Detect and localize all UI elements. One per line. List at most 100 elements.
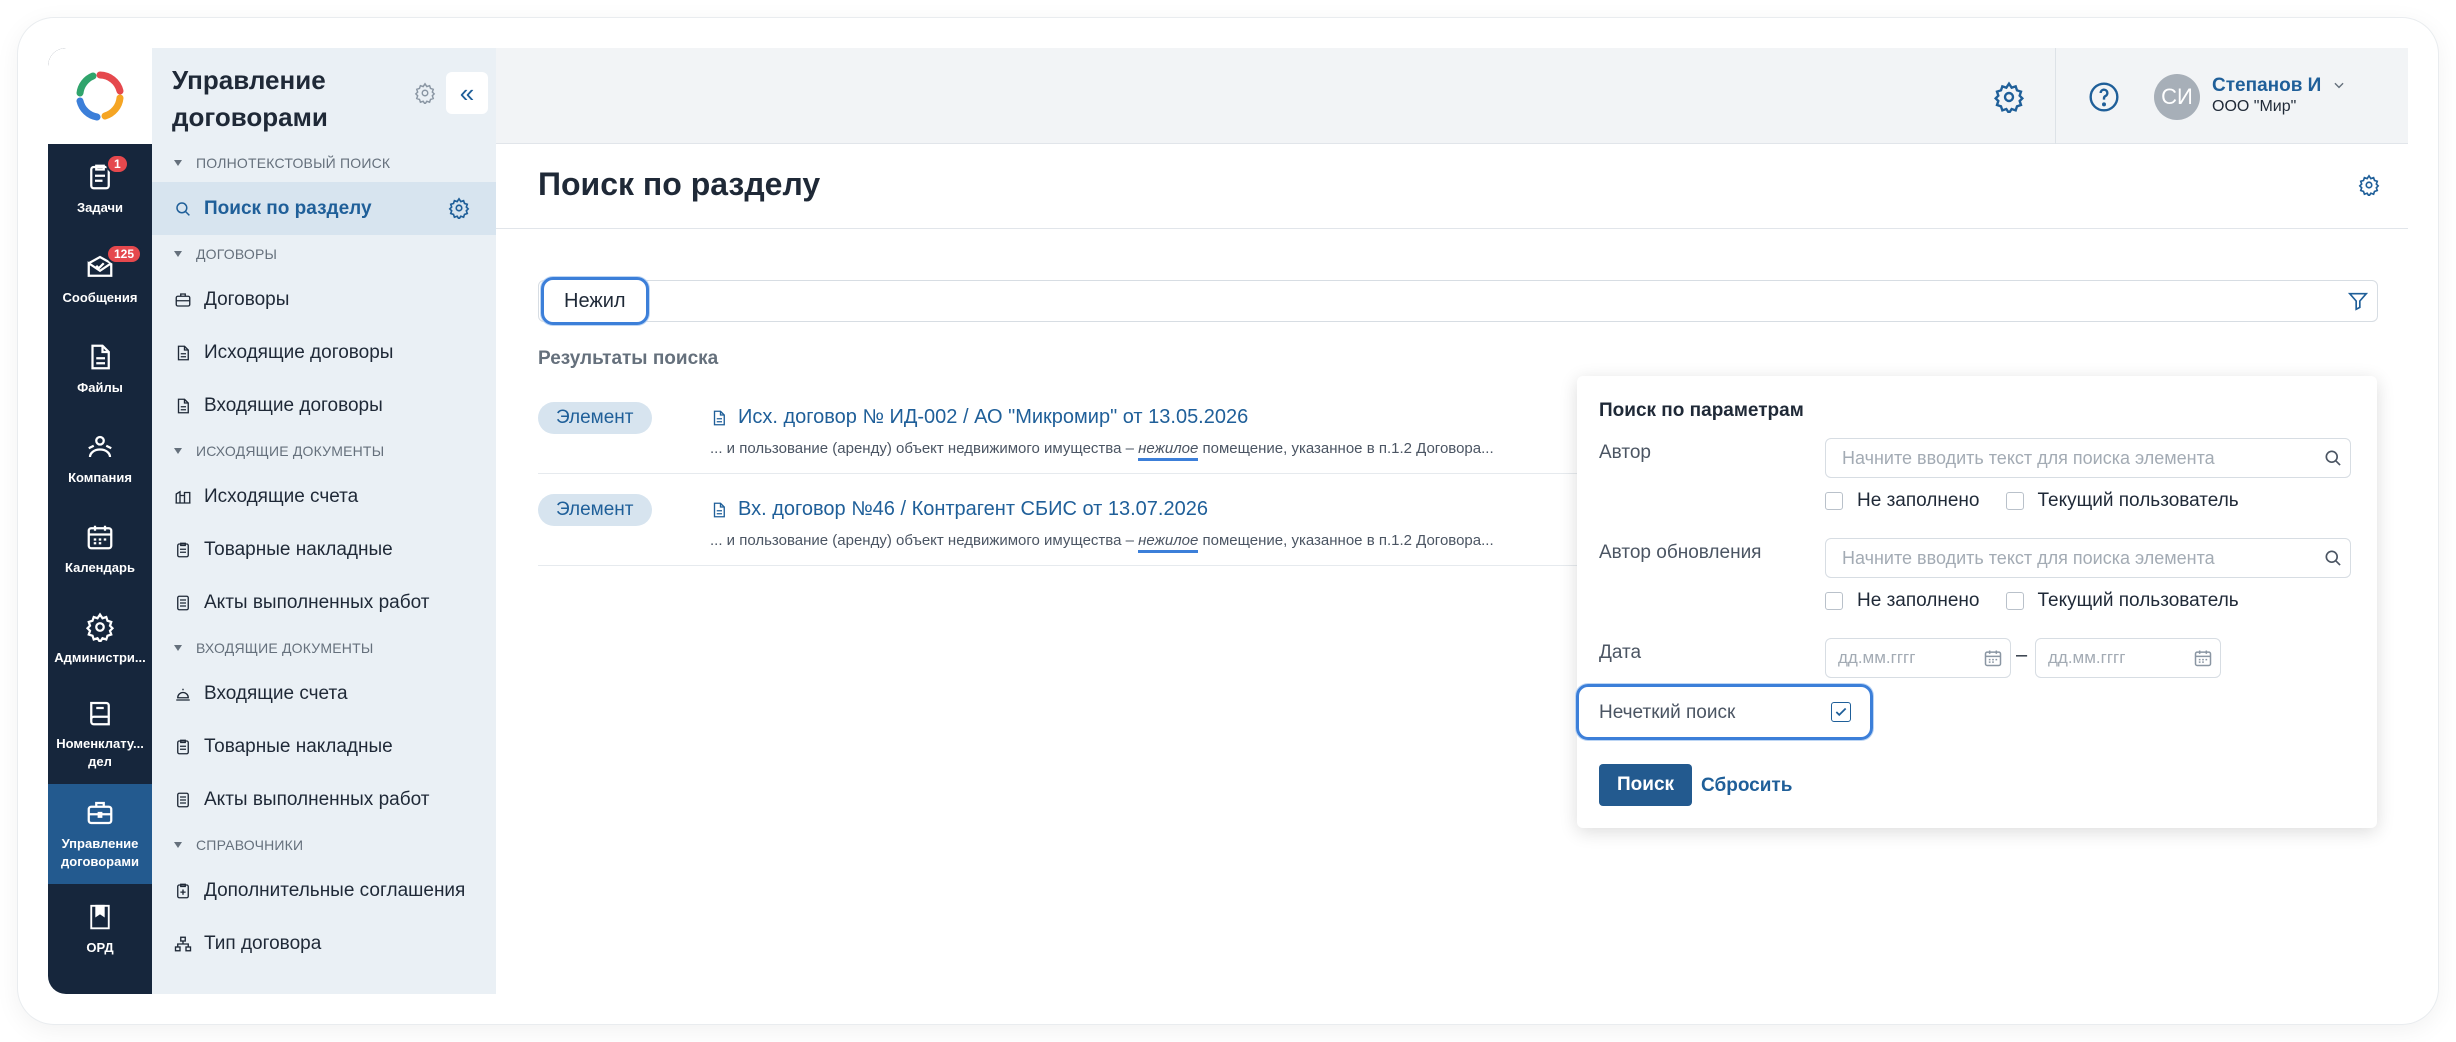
settings-gear-icon[interactable] [1993, 81, 2025, 113]
rail-item-calendar[interactable]: Календарь [48, 504, 152, 594]
sidebar-item-incoming-invoices[interactable]: Входящие счета [152, 667, 496, 720]
sidebar-item-contracts[interactable]: Договоры [152, 273, 496, 326]
rail-label: Администри... [54, 649, 146, 665]
date-label: Дата [1599, 642, 1642, 663]
search-button[interactable]: Поиск [1599, 764, 1693, 806]
rail-item-ord[interactable]: ОРД [48, 884, 152, 974]
sidebar-item-contract-type[interactable]: Тип договора [152, 917, 496, 970]
topbar-divider [2055, 48, 2056, 144]
sidebar-settings-icon[interactable] [414, 82, 436, 104]
author-label: Автор [1599, 442, 1651, 463]
rail-item-messages[interactable]: 125 Сообщения [48, 234, 152, 324]
snippet-highlight: нежилое [1138, 532, 1199, 553]
sidebar-group-contracts[interactable]: Договоры [152, 235, 496, 273]
rail-item-company[interactable]: Компания [48, 414, 152, 504]
sidebar-item-outgoing-contracts[interactable]: Исходящие договоры [152, 326, 496, 379]
panel-title: Поиск по параметрам [1599, 400, 1804, 421]
list-document-icon [177, 595, 189, 610]
page-title: Поиск по разделу [538, 166, 821, 202]
top-bar: СИ Степанов И ООО "Мир" [496, 48, 2408, 144]
caret-down-icon [174, 160, 182, 166]
rail-label: Компания [68, 469, 132, 485]
item-settings-icon[interactable] [448, 197, 470, 219]
sidebar-item-outgoing-invoices[interactable]: Исходящие счета [152, 470, 496, 523]
section-search-input[interactable]: Нежил [538, 277, 2378, 325]
search-result[interactable]: Элемент Вх. договор №46 / Контрагент СБИ… [538, 474, 1678, 566]
sidebar-item-incoming-acts[interactable]: Акты выполненных работ [152, 773, 496, 826]
sidebar-item-section-search[interactable]: Поиск по разделу [152, 182, 496, 235]
sidebar-item-incoming-waybills[interactable]: Товарные накладные [152, 720, 496, 773]
document-icon [177, 398, 189, 413]
rail-label: ОРД [86, 939, 114, 955]
rail-label: Номенклату... дел [56, 735, 144, 769]
sidebar-group-fulltext[interactable]: Полнотекстовый поиск [152, 144, 496, 182]
updater-current-user-checkbox[interactable] [2005, 592, 2024, 610]
avatar[interactable]: СИ [2154, 74, 2200, 120]
rail-item-nomenclature[interactable]: Номенклату... дел [48, 684, 152, 784]
title-divider [496, 228, 2408, 229]
result-snippet: ... и пользование (аренду) объект недвиж… [710, 532, 1494, 553]
search-icon[interactable] [2323, 448, 2343, 468]
search-query[interactable]: Нежил [541, 277, 649, 325]
calendar-icon[interactable] [1983, 648, 2003, 668]
sidebar-group-label: Договоры [196, 246, 278, 262]
fuzzy-search-label: Нечеткий поиск [1599, 702, 1736, 723]
search-icon [176, 201, 190, 216]
author-current-user-checkbox[interactable] [2005, 492, 2024, 510]
sidebar-group-outgoing-docs[interactable]: Исходящие документы [152, 432, 496, 470]
sidebar-item-incoming-contracts[interactable]: Входящие договоры [152, 379, 496, 432]
sidebar-item-label: Акты выполненных работ [204, 788, 430, 810]
sidebar-item-label: Тип договора [204, 932, 322, 954]
result-title-link[interactable]: Исх. договор № ИД-002 / АО "Микромир" от… [738, 406, 1248, 429]
section-sidebar: Управление договорами « Полнотекстовый п… [152, 48, 496, 994]
document-icon [713, 410, 725, 426]
company-icon [88, 435, 112, 457]
app: 1 Задачи 125 Сообщения Файлы Компания Ка… [48, 48, 2408, 994]
author-input[interactable] [1825, 438, 2351, 478]
checkbox-label: Не заполнено [1857, 590, 1980, 611]
rail-item-admin[interactable]: Администри... [48, 594, 152, 684]
rail-item-files[interactable]: Файлы [48, 324, 152, 414]
list-document-icon [177, 792, 189, 807]
updater-not-filled-checkbox[interactable] [1825, 592, 1843, 610]
sidebar-item-label: Дополнительные соглашения [204, 879, 466, 901]
sidebar-item-outgoing-acts[interactable]: Акты выполненных работ [152, 576, 496, 629]
rail-label: Сообщения [62, 289, 138, 305]
rail-item-contracts[interactable]: Управление договорами [48, 784, 152, 884]
caret-down-icon [174, 842, 182, 848]
rail-label: Файлы [77, 379, 123, 395]
search-result[interactable]: Элемент Исх. договор № ИД-002 / АО "Микр… [538, 382, 1678, 474]
reset-button[interactable]: Сбросить [1701, 775, 1792, 797]
page-settings-icon[interactable] [2358, 174, 2380, 196]
sidebar-item-outgoing-waybills[interactable]: Товарные накладные [152, 523, 496, 576]
updater-input[interactable] [1825, 538, 2351, 578]
help-icon[interactable] [2088, 81, 2120, 113]
checkbox-label: Не заполнено [1857, 490, 1980, 511]
checkbox-label: Текущий пользователь [2037, 590, 2239, 611]
bell-tray-icon [176, 688, 190, 701]
result-snippet: ... и пользование (аренду) объект недвиж… [710, 440, 1494, 461]
rail-item-tasks[interactable]: 1 Задачи [48, 144, 152, 234]
user-org: ООО "Мир" [2212, 98, 2297, 115]
author-options: Не заполнено Текущий пользователь [1825, 490, 2239, 512]
author-not-filled-checkbox[interactable] [1825, 492, 1843, 510]
collapse-sidebar-button[interactable]: « [446, 72, 488, 114]
checkmark-icon [1835, 707, 1847, 717]
sidebar-item-supplementary-agreements[interactable]: Дополнительные соглашения [152, 864, 496, 917]
sidebar-header: Управление договорами « [152, 48, 496, 144]
sidebar-item-label: Договоры [204, 288, 290, 310]
user-name[interactable]: Степанов И [2212, 75, 2321, 97]
messages-badge: 125 [106, 244, 143, 264]
chevron-down-icon[interactable] [2332, 78, 2346, 92]
app-logo[interactable] [48, 48, 152, 144]
fuzzy-search-checkbox[interactable] [1831, 702, 1851, 722]
search-icon[interactable] [2323, 548, 2343, 568]
result-type-chip: Элемент [538, 494, 652, 526]
filter-icon[interactable] [2347, 290, 2369, 312]
result-title-link[interactable]: Вх. договор №46 / Контрагент СБИС от 13.… [738, 498, 1208, 521]
calendar-icon[interactable] [2193, 648, 2213, 668]
logo-icon [76, 71, 124, 121]
sidebar-group-references[interactable]: Справочники [152, 826, 496, 864]
sidebar-group-incoming-docs[interactable]: Входящие документы [152, 629, 496, 667]
updater-options: Не заполнено Текущий пользователь [1825, 590, 2239, 612]
